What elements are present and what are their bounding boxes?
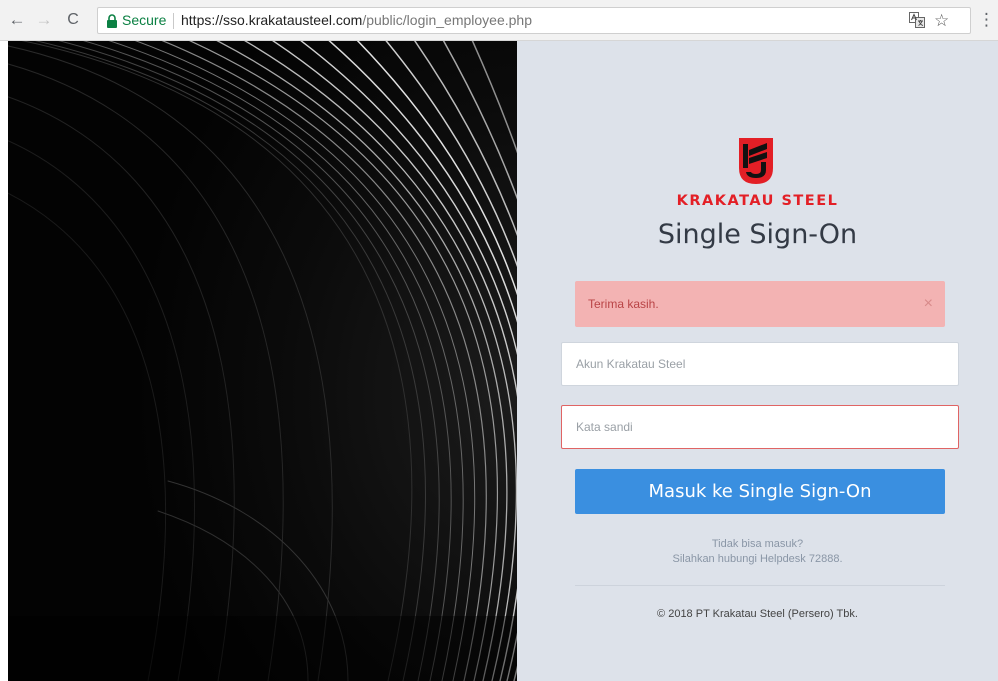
alert-message: Terima kasih. × (575, 281, 945, 327)
browser-menu-icon[interactable]: ⋮ (978, 10, 995, 30)
address-divider (173, 13, 174, 29)
help-line-1: Tidak bisa masuk? (711, 538, 804, 550)
help-line-2: Silahkan hubungi Helpdesk 72888. (672, 553, 843, 565)
hero-image-steel-coil (8, 41, 517, 681)
forward-arrow-icon[interactable]: → (33, 9, 55, 31)
login-panel: KRAKATAU STEEL Single Sign-On Terima kas… (517, 41, 998, 681)
footer-divider (575, 585, 945, 586)
lock-icon (107, 14, 117, 28)
password-input[interactable] (561, 405, 959, 449)
url-path: /public/login_employee.php (362, 12, 532, 28)
back-arrow-icon[interactable]: ← (6, 9, 28, 31)
login-button[interactable]: Masuk ke Single Sign-On (575, 469, 945, 514)
reload-icon[interactable]: C (62, 9, 84, 31)
url-text[interactable]: https://sso.krakatausteel.com/public/log… (181, 8, 532, 33)
address-bar[interactable]: Secure https://sso.krakatausteel.com/pub… (97, 7, 971, 34)
browser-toolbar: ← → C Secure https://sso.krakatausteel.c… (0, 0, 998, 41)
translate-icon[interactable] (909, 12, 925, 28)
copyright-footer: © 2018 PT Krakatau Steel (Persero) Tbk. (657, 608, 858, 620)
bookmark-star-icon[interactable]: ☆ (934, 8, 949, 33)
url-host: https://sso.krakatausteel.com (181, 12, 363, 28)
page-title: Single Sign-On (657, 219, 858, 250)
secure-label: Secure (122, 12, 167, 28)
username-input[interactable] (561, 342, 959, 386)
brand-name: KRAKATAU STEEL (676, 193, 839, 209)
alert-close-icon[interactable]: × (924, 281, 933, 327)
krakatau-steel-logo-icon (739, 138, 773, 184)
help-text: Tidak bisa masuk? Silahkan hubungi Helpd… (517, 537, 998, 567)
alert-text: Terima kasih. (588, 297, 659, 311)
steel-coil-graphic (8, 41, 517, 681)
